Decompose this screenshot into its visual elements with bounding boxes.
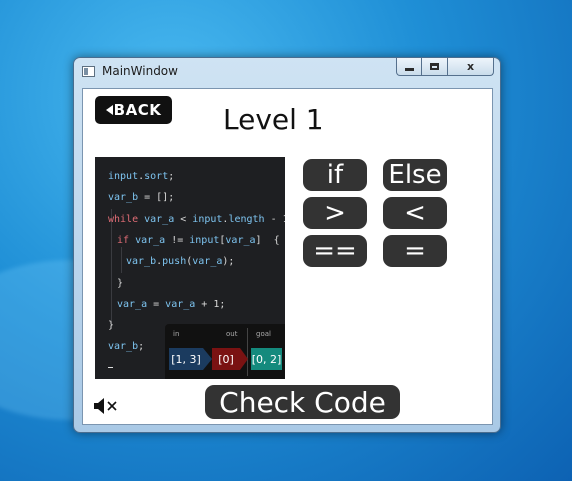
token-else-button[interactable]: Else	[383, 159, 447, 191]
code-token: if	[117, 234, 136, 246]
back-arrow-icon	[105, 105, 113, 115]
code-token: var_b	[126, 256, 157, 268]
code-line: var_a = var_a + 1;	[117, 299, 225, 310]
code-token: var_a	[192, 256, 223, 268]
token-assign-button[interactable]: =	[383, 235, 447, 267]
code-token: ] {	[255, 234, 280, 246]
code-token: sort	[144, 171, 169, 182]
close-button[interactable]: x	[448, 58, 494, 76]
code-token: var_a	[117, 298, 148, 310]
code-token: var_a	[225, 234, 256, 246]
code-token: input	[108, 171, 139, 182]
main-window: MainWindow x BACK Level 1 input.sort; var…	[73, 57, 501, 433]
code-token: ;	[168, 171, 175, 182]
check-code-button[interactable]: Check Code	[205, 385, 400, 419]
speaker-muted-icon[interactable]	[93, 397, 125, 415]
goal-value: [0, 2]	[251, 348, 282, 370]
maximize-button[interactable]	[422, 58, 448, 76]
token-if-button[interactable]: if	[303, 159, 367, 191]
close-icon: x	[466, 60, 475, 73]
title-bar[interactable]: MainWindow x	[74, 58, 500, 84]
minimize-button[interactable]	[396, 58, 422, 76]
token-greater-button[interactable]: >	[303, 197, 367, 229]
code-line: }	[108, 320, 114, 331]
code-line: if var_a != input[var_a] {	[117, 235, 280, 246]
code-token: ;	[138, 341, 145, 353]
code-line: while var_a < input.length - 1 {	[108, 214, 285, 225]
out-arrow-icon	[240, 348, 248, 370]
cursor-mark	[108, 367, 113, 368]
indent-guide	[111, 209, 112, 329]
indent-guide	[121, 247, 122, 273]
code-token: }	[108, 320, 115, 332]
in-arrow-icon	[203, 348, 212, 370]
client-area: BACK Level 1 input.sort; var_b = []; while…	[82, 88, 493, 425]
code-token: var_a	[144, 213, 175, 225]
code-token: var_a	[135, 234, 166, 246]
code-line: }	[117, 278, 123, 289]
code-image: input.sort; var_b = []; while var_a < inpu…	[95, 157, 285, 379]
code-token: = [];	[138, 192, 175, 204]
code-token: }	[117, 277, 124, 289]
code-token: !=	[165, 234, 190, 246]
code-token: );	[222, 256, 235, 268]
code-token: while	[108, 213, 145, 225]
code-token: + 1;	[195, 298, 226, 310]
maximize-icon	[430, 63, 439, 70]
minimize-icon	[404, 67, 414, 71]
io-panel: in out goal [1, 3] [0] [0, 2]	[165, 324, 285, 379]
code-line: var_b;	[108, 341, 144, 352]
app-window-icon	[82, 66, 95, 77]
code-token: - 1 {	[270, 213, 285, 225]
code-token: length	[228, 213, 265, 225]
code-token: var_b	[108, 192, 139, 204]
code-token: <	[174, 213, 193, 225]
back-button[interactable]: BACK	[95, 96, 172, 124]
code-token: =	[147, 298, 166, 310]
in-value: [1, 3]	[169, 348, 203, 370]
level-title: Level 1	[223, 103, 324, 136]
code-line: var_b.push(var_a);	[126, 256, 234, 267]
token-equals-button[interactable]: ==	[303, 235, 367, 267]
token-less-button[interactable]: <	[383, 197, 447, 229]
code-token: var_b	[108, 341, 139, 353]
window-title: MainWindow	[102, 64, 178, 78]
code-token: input	[189, 234, 220, 246]
in-label: in	[173, 330, 180, 338]
out-label: out	[226, 330, 238, 338]
caption-buttons: x	[396, 58, 494, 76]
code-line: var_b = [];	[108, 192, 174, 203]
back-label: BACK	[113, 101, 162, 119]
out-value: [0]	[212, 348, 240, 370]
code-token: push	[162, 256, 187, 268]
code-token: var_a	[165, 298, 196, 310]
code-line: input.sort;	[108, 171, 174, 182]
code-token: input	[192, 213, 223, 225]
goal-label: goal	[256, 330, 271, 338]
